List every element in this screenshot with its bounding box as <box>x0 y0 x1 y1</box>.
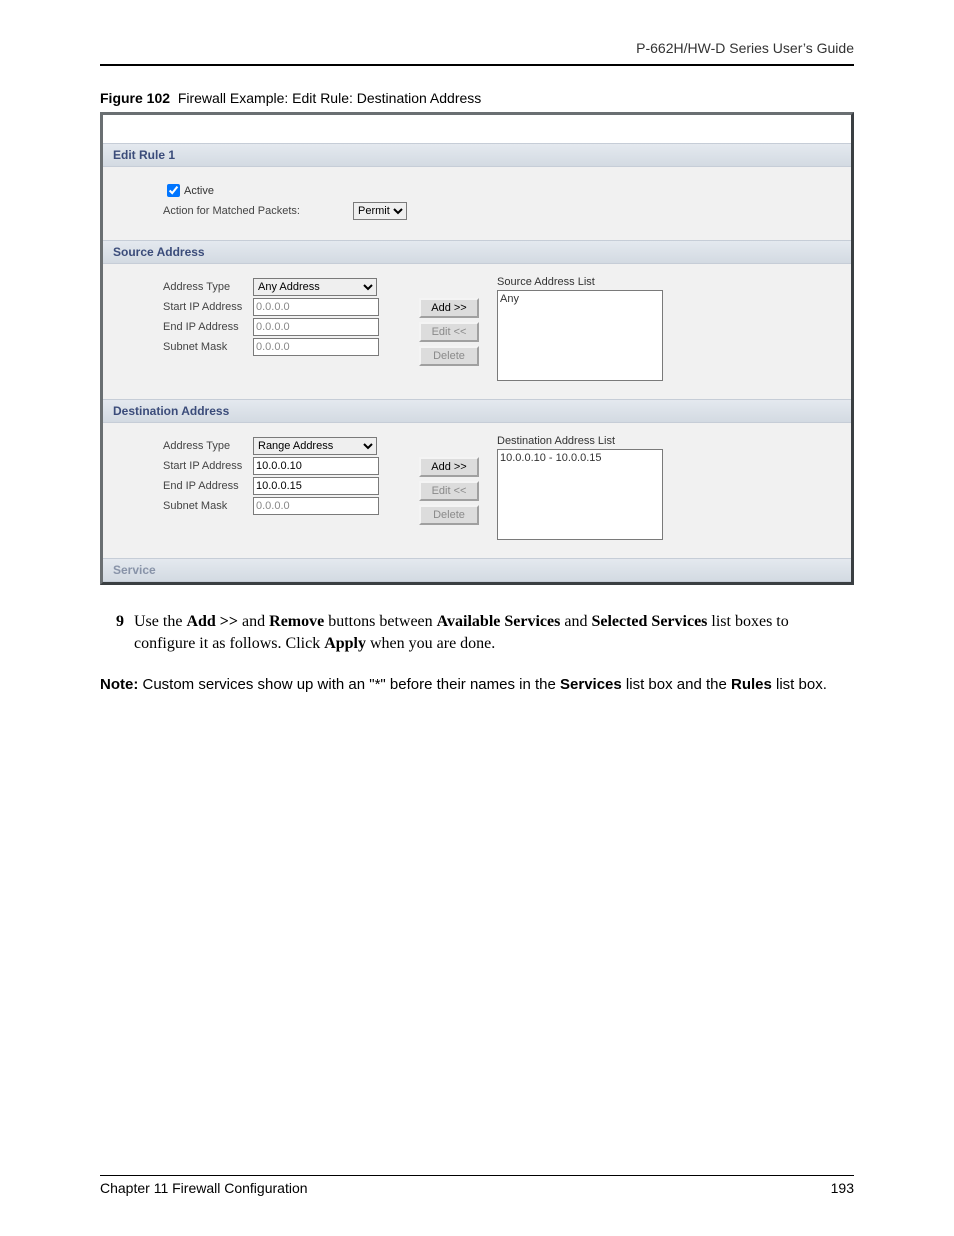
action-select[interactable]: Permit <box>353 202 407 220</box>
note-paragraph: Note: Custom services show up with an "*… <box>100 674 854 695</box>
edit-rule-header: Edit Rule 1 <box>103 143 851 167</box>
page-footer: Chapter 11 Firewall Configuration 193 <box>100 1175 854 1196</box>
dst-subnet-input[interactable] <box>253 497 379 515</box>
text: and <box>238 613 269 630</box>
bold: Add >> <box>186 613 238 630</box>
dst-address-type-select[interactable]: Range Address <box>253 437 377 455</box>
service-header: Service <box>103 558 851 582</box>
text: Custom services show up with an "*" befo… <box>138 676 560 693</box>
footer-page-number: 193 <box>831 1180 854 1196</box>
src-add-button[interactable]: Add >> <box>419 298 479 318</box>
dst-subnet-label: Subnet Mask <box>163 500 253 512</box>
list-item[interactable]: Any <box>500 293 660 305</box>
src-end-ip-input[interactable] <box>253 318 379 336</box>
bold: Apply <box>324 635 366 652</box>
list-item[interactable]: 10.0.0.10 - 10.0.0.15 <box>500 452 660 464</box>
src-edit-button[interactable]: Edit << <box>419 322 479 342</box>
bold: Rules <box>731 676 772 693</box>
header-guide-title: P-662H/HW-D Series User’s Guide <box>100 40 854 56</box>
footer-chapter: Chapter 11 Firewall Configuration <box>100 1180 308 1196</box>
dest-address-body: Address Type Range Address Start IP Addr… <box>103 423 851 558</box>
text: list box and the <box>622 676 731 693</box>
dst-end-ip-label: End IP Address <box>163 480 253 492</box>
screenshot-panel: Edit Rule 1 Active Action for Matched Pa… <box>100 112 854 585</box>
src-subnet-label: Subnet Mask <box>163 341 253 353</box>
dest-address-header: Destination Address <box>103 399 851 423</box>
dst-address-list[interactable]: 10.0.0.10 - 10.0.0.15 <box>497 449 663 540</box>
active-checkbox[interactable] <box>167 184 180 197</box>
bold: Services <box>560 676 622 693</box>
src-start-ip-label: Start IP Address <box>163 301 253 313</box>
src-end-ip-label: End IP Address <box>163 321 253 333</box>
src-address-list[interactable]: Any <box>497 290 663 381</box>
figure-label: Figure 102 <box>100 90 170 106</box>
text: list box. <box>772 676 827 693</box>
edit-rule-body: Active Action for Matched Packets: Permi… <box>103 167 851 240</box>
header-rule <box>100 64 854 66</box>
dst-start-ip-input[interactable] <box>253 457 379 475</box>
bold: Remove <box>269 613 324 630</box>
src-delete-button[interactable]: Delete <box>419 346 479 366</box>
dst-address-type-label: Address Type <box>163 440 253 452</box>
footer-rule <box>100 1175 854 1176</box>
source-address-header: Source Address <box>103 240 851 264</box>
dst-end-ip-input[interactable] <box>253 477 379 495</box>
dst-start-ip-label: Start IP Address <box>163 460 253 472</box>
source-address-body: Address Type Any Address Start IP Addres… <box>103 264 851 399</box>
action-label: Action for Matched Packets: <box>163 205 353 217</box>
dst-add-button[interactable]: Add >> <box>419 457 479 477</box>
text: when you are done. <box>366 635 495 652</box>
text: Use the <box>134 613 186 630</box>
src-address-type-label: Address Type <box>163 281 253 293</box>
active-label: Active <box>184 185 214 197</box>
figure-caption: Figure 102 Firewall Example: Edit Rule: … <box>100 90 854 106</box>
dst-edit-button[interactable]: Edit << <box>419 481 479 501</box>
text: and <box>560 613 591 630</box>
bold: Available Services <box>437 613 561 630</box>
figure-caption-text: Firewall Example: Edit Rule: Destination… <box>178 90 481 106</box>
src-address-type-select[interactable]: Any Address <box>253 278 377 296</box>
dst-delete-button[interactable]: Delete <box>419 505 479 525</box>
note-label: Note: <box>100 676 138 693</box>
src-start-ip-input[interactable] <box>253 298 379 316</box>
src-list-title: Source Address List <box>497 276 663 288</box>
step-number: 9 <box>100 611 134 654</box>
text: buttons between <box>324 613 436 630</box>
bold: Selected Services <box>591 613 707 630</box>
src-subnet-input[interactable] <box>253 338 379 356</box>
dst-list-title: Destination Address List <box>497 435 663 447</box>
step-9-paragraph: 9 Use the Add >> and Remove buttons betw… <box>100 611 854 654</box>
